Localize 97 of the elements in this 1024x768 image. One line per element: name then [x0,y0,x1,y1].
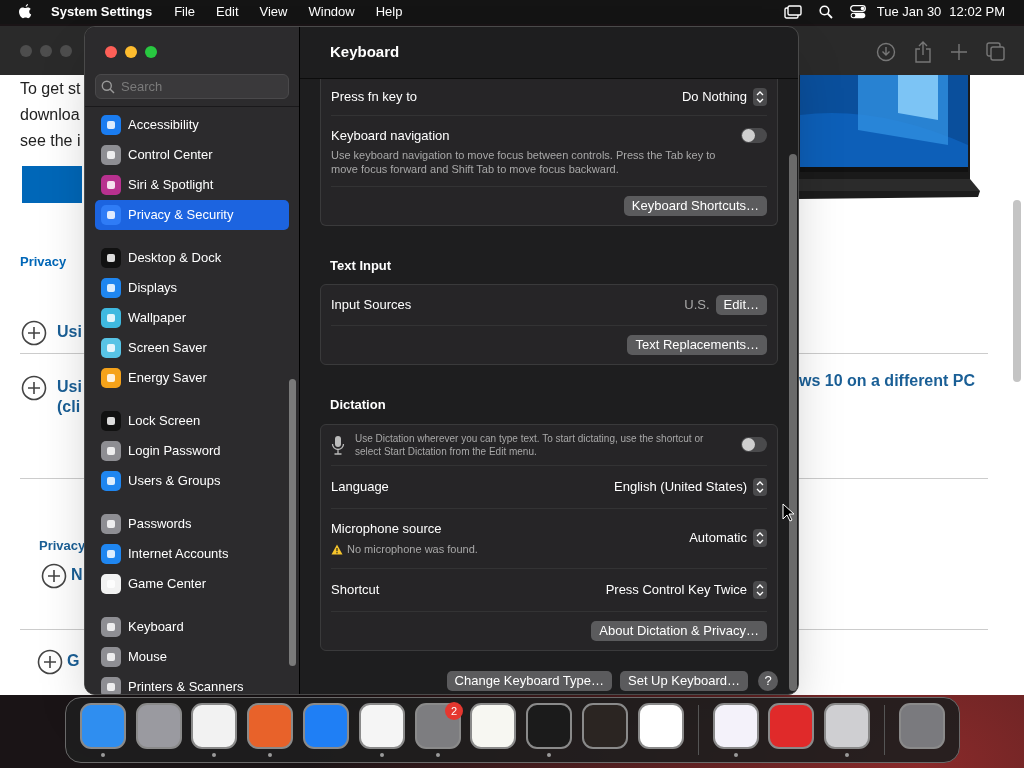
section-heading[interactable]: Usi (cli [57,377,82,417]
warning-icon [331,543,343,555]
sidebar-item[interactable]: Game Center [95,569,289,599]
sidebar-item[interactable]: Passwords [95,509,289,539]
apple-icon[interactable] [18,4,32,20]
share-icon[interactable] [914,41,932,63]
expand-icon[interactable] [37,649,63,675]
popup-button[interactable]: English (United States) [614,476,767,497]
search-icon[interactable] [818,5,833,19]
push-button[interactable]: About Dictation & Privacy… [591,620,767,641]
search-field[interactable]: Search [95,74,289,99]
sidebar-item[interactable]: Mouse [95,642,289,672]
popup-button[interactable]: Press Control Key Twice [605,579,767,600]
privacy-link[interactable]: Privacy [39,536,86,556]
app-icon[interactable] [191,703,238,749]
setting-label: Input Sources [331,296,413,315]
toggle-switch[interactable] [741,437,767,452]
body-text: To get st [20,79,81,99]
pointer-cursor-icon [782,503,794,522]
privacy-link[interactable]: Privacy [20,252,67,272]
section-heading[interactable]: G [67,651,80,671]
section-heading: Dictation [330,396,387,414]
sidebar-item[interactable]: Accessibility [95,110,289,140]
push-button[interactable]: Edit… [715,295,767,315]
app-icon[interactable] [637,703,684,749]
push-button[interactable]: Text Replacements… [627,335,767,355]
sidebar-item[interactable]: Energy Saver [95,363,289,393]
setting-label: Keyboard navigation [331,127,451,145]
app-icon[interactable] [470,703,517,749]
chevron-icon [753,477,767,496]
sidebar-item[interactable]: Screen Saver [95,333,289,363]
chevron-icon [753,88,767,106]
zoom-button[interactable] [145,46,157,58]
push-button[interactable]: Keyboard Shortcuts… [623,195,767,216]
body-text: see the i [20,131,81,151]
sidebar-item[interactable]: Keyboard [95,612,289,642]
popup-button[interactable]: Do Nothing [681,87,767,107]
sidebar-item[interactable]: Login Password [95,436,289,466]
scrollbar[interactable] [789,154,797,691]
window-title: Keyboard [330,42,400,63]
sidebar-item[interactable]: Privacy & Security [95,200,289,230]
expand-icon[interactable] [21,375,47,401]
menu-item[interactable]: View [259,2,288,22]
search-icon [101,80,115,94]
menu-item[interactable]: Edit [216,2,239,22]
close-button[interactable] [105,46,117,58]
menu-item[interactable]: Help [375,2,403,22]
section-heading: Text Input [330,256,393,275]
download-icon[interactable] [876,42,896,62]
sidebar-item[interactable]: Control Center [95,140,289,170]
toggle-switch[interactable] [741,128,767,143]
setting-label: Language [331,477,390,496]
microphone-icon [331,434,345,455]
setting-label: Microphone source [331,519,443,538]
menu-bar-date[interactable]: Tue Jan 30 [876,2,942,22]
menu-item[interactable]: Window [308,2,355,22]
section-heading[interactable]: Usi [57,322,82,342]
sidebar-item[interactable]: Users & Groups [95,466,289,496]
app-menu[interactable]: System Settings [51,2,153,22]
setting-description: Use keyboard navigation to move focus between controls. Press the Tab key to move focus forward and Shift Tab to move focus backward. [331,147,717,176]
setting-description: Use Dictation wherever you can type text. To start dictating, use the shortcut or select Start Dictation from the Edit menu. [355,431,705,458]
push-button[interactable]: Change Keyboard Type… [446,670,612,691]
tabs-icon[interactable] [986,42,1006,62]
screen-mirroring-icon[interactable] [783,5,802,19]
chevron-icon [753,580,767,599]
menu-item[interactable]: File [174,2,196,22]
scrollbar[interactable] [289,379,296,666]
expand-icon[interactable] [41,563,67,589]
sidebar-item[interactable]: Displays [95,273,289,303]
sidebar-item[interactable]: Siri & Spotlight [95,170,289,200]
warning-text: No microphone was found. [347,542,478,557]
app-icon[interactable] [135,703,182,749]
expand-icon[interactable] [21,320,47,346]
plus-icon[interactable] [950,43,968,61]
section-heading[interactable]: ws 10 on a different PC [799,369,976,393]
setting-label: Press fn key to [331,88,418,107]
menu-bar-clock[interactable]: 12:02 PM [949,2,1005,22]
setting-value: U.S. [684,296,710,315]
app-icon[interactable] [358,703,405,749]
app-icon[interactable] [824,703,871,749]
notification-badge: 2 [445,702,464,720]
setting-label: Shortcut [331,580,381,599]
popup-button[interactable]: Automatic [689,528,767,548]
sidebar-item[interactable]: Internet Accounts [95,539,289,569]
chevron-icon [753,529,767,547]
sidebar-item[interactable]: Wallpaper [95,303,289,333]
minimize-button[interactable] [125,46,137,58]
section-heading[interactable]: N [71,565,83,585]
scrollbar[interactable] [1013,200,1021,382]
body-text: downloa [20,105,80,125]
sidebar-item[interactable]: Desktop & Dock [95,243,289,273]
control-center-icon[interactable] [849,5,866,19]
push-button[interactable]: Set Up Keyboard… [620,670,748,691]
sidebar-item[interactable]: Lock Screen [95,406,289,436]
sidebar-item[interactable]: Printers & Scanners [95,672,289,694]
help-button[interactable]: ? [758,670,778,691]
app-icon[interactable] [712,703,759,749]
